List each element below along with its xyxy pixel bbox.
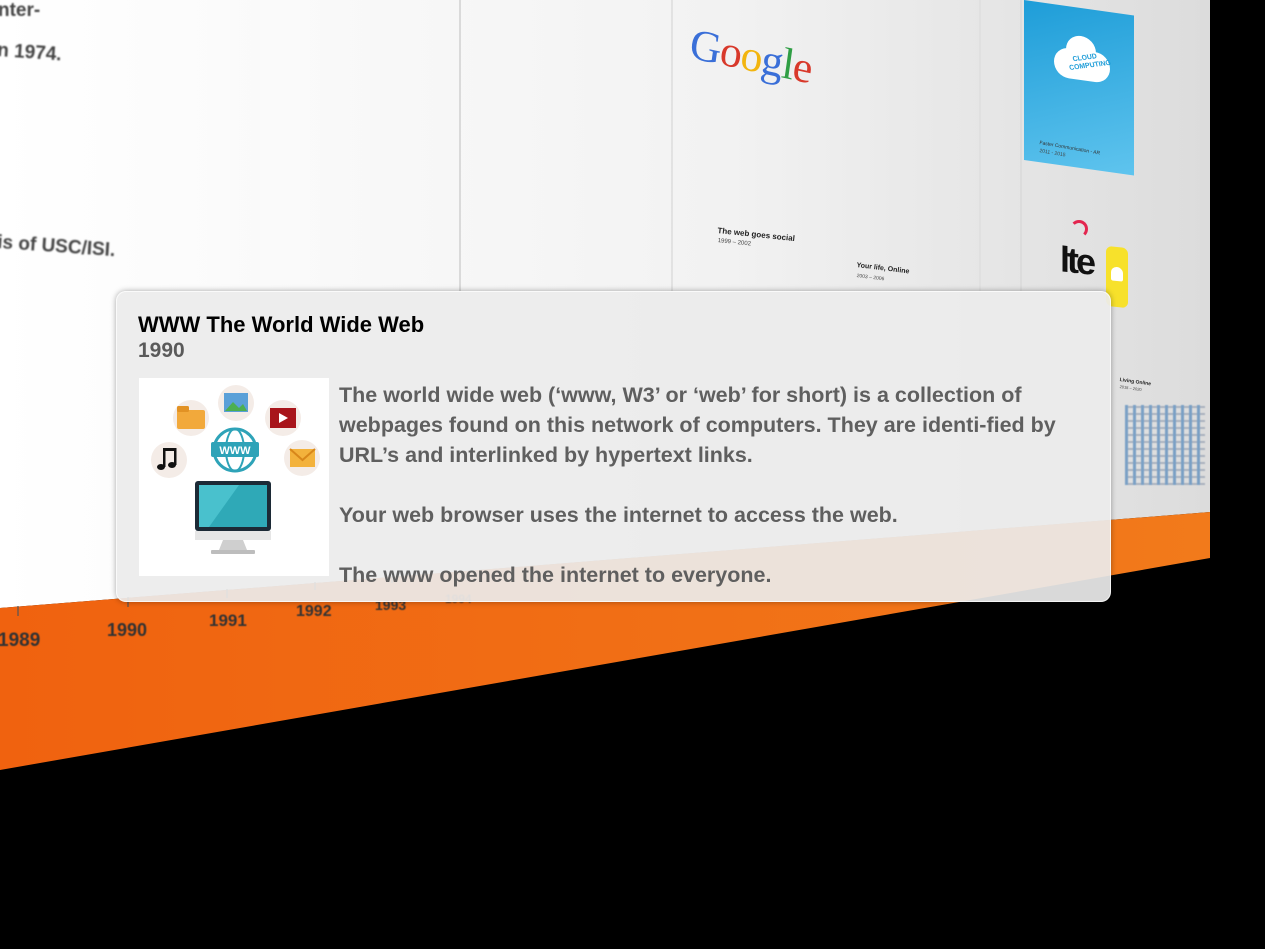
popup-paragraph: The www opened the internet to everyone.	[339, 563, 772, 587]
www-illustration-art: WWW	[151, 385, 320, 554]
www-info-popup[interactable]: WWW The World Wide Web 1990 WWW The worl…	[116, 291, 1111, 602]
timeline-year-label[interactable]: 1989	[0, 630, 40, 652]
video-icon	[270, 408, 296, 428]
www-badge-text: WWW	[219, 445, 251, 457]
www-illustration: WWW	[139, 378, 329, 576]
lte-logo[interactable]: lte	[1060, 238, 1093, 283]
globe-www-icon: WWW	[211, 427, 259, 473]
infographic-image[interactable]	[1125, 405, 1205, 485]
timeline-year-label[interactable]: 1992	[296, 603, 332, 621]
popup-year: 1990	[138, 339, 185, 362]
image-icon	[224, 393, 248, 412]
popup-paragraph: Your web browser uses the internet to ac…	[339, 503, 898, 527]
monitor-icon	[195, 481, 271, 554]
fragment-text-2: n 1974.	[0, 40, 63, 66]
timeline-year-label[interactable]: 1990	[107, 620, 147, 641]
fragment-text-1: nter-	[0, 0, 41, 21]
lte-signal-icon	[1070, 220, 1088, 238]
popup-title: WWW The World Wide Web	[138, 312, 425, 337]
timeline-year-label[interactable]: 1991	[209, 611, 247, 631]
popup-paragraph: The world wide web (‘www, W3’ or ‘web’ f…	[339, 383, 1056, 467]
popup-description: The world wide web (‘www, W3’ or ‘web’ f…	[339, 380, 1099, 590]
mail-icon	[289, 448, 316, 467]
timeline-viewport: nter- n 1974. is of USC/ISI. Google CLOU…	[0, 0, 1265, 949]
